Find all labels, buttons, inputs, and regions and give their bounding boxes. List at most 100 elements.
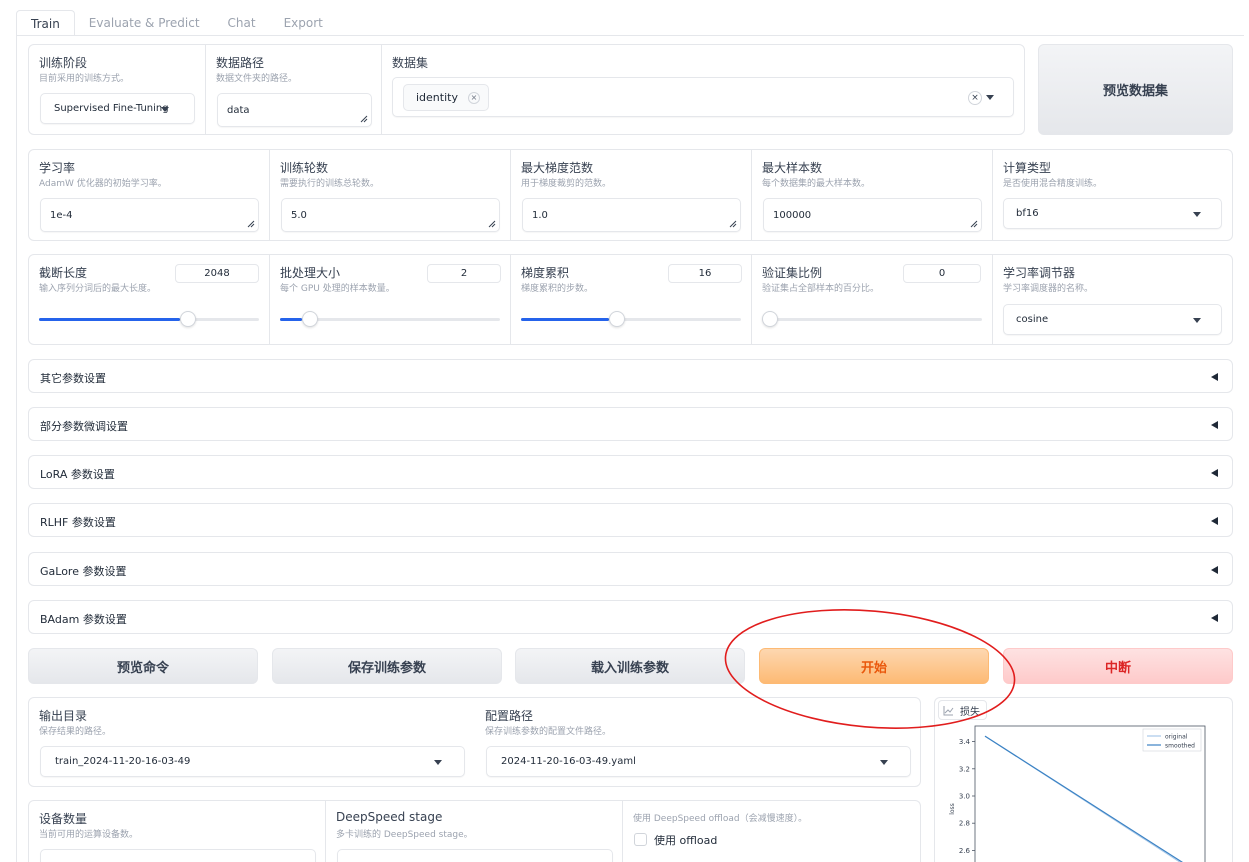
lr-scheduler-desc: 学习率调度器的名称。 bbox=[1003, 284, 1094, 294]
chevron-down-icon bbox=[161, 106, 169, 112]
max-grad-norm-cell: 最大梯度范数 用于梯度裁剪的范数。 1.0 bbox=[511, 150, 752, 240]
tab-export[interactable]: Export bbox=[270, 10, 337, 36]
stage-value: Supervised Fine-Tuning bbox=[54, 103, 169, 114]
grad-accum-slider[interactable] bbox=[521, 311, 741, 327]
val-size-number[interactable]: 0 bbox=[903, 264, 981, 283]
accordion-label: BAdam 参数设置 bbox=[40, 613, 127, 626]
accordion-galore-params[interactable]: GaLore 参数设置 bbox=[28, 552, 1233, 586]
accordion-lora-params[interactable]: LoRA 参数设置 bbox=[28, 455, 1233, 489]
ds-offload-cell: 使用 DeepSpeed offload（会减慢速度）。 使用 offload bbox=[623, 801, 922, 862]
y-tick-label: 3.4 bbox=[959, 738, 971, 746]
tab-bar: Train Evaluate & Predict Chat Export bbox=[16, 10, 337, 36]
tab-train[interactable]: Train bbox=[16, 10, 75, 36]
preview-command-button[interactable]: 预览命令 bbox=[28, 648, 258, 684]
chevron-down-icon bbox=[880, 759, 888, 765]
max-grad-norm-label: 最大梯度范数 bbox=[521, 161, 594, 175]
resize-handle-icon[interactable] bbox=[488, 220, 496, 228]
lr-scheduler-dropdown[interactable]: cosine bbox=[1003, 304, 1222, 335]
triangle-left-icon bbox=[1211, 566, 1218, 574]
config-path-label: 配置路径 bbox=[485, 709, 534, 723]
epochs-cell: 训练轮数 需要执行的训练总轮数。 5.0 bbox=[270, 150, 511, 240]
grad-accum-handle[interactable] bbox=[609, 311, 625, 327]
learning-rate-desc: AdamW 优化器的初始学习率。 bbox=[39, 179, 167, 189]
output-dir-value: train_2024-11-20-16-03-49 bbox=[55, 756, 191, 767]
max-samples-value: 100000 bbox=[773, 209, 812, 221]
grad-accum-label: 梯度累积 bbox=[521, 266, 570, 280]
max-samples-input[interactable]: 100000 bbox=[763, 198, 982, 232]
config-path-dropdown[interactable]: 2024-11-20-16-03-49.yaml bbox=[486, 746, 911, 777]
cutoff-len-number[interactable]: 2048 bbox=[175, 264, 259, 283]
batch-size-cell: 批处理大小 2 每个 GPU 处理的样本数量。 bbox=[270, 255, 511, 344]
triangle-left-icon bbox=[1211, 517, 1218, 525]
tab-evaluate-predict[interactable]: Evaluate & Predict bbox=[75, 10, 214, 36]
val-size-handle[interactable] bbox=[762, 311, 778, 327]
preview-dataset-button[interactable]: 预览数据集 bbox=[1038, 44, 1233, 135]
batch-size-desc: 每个 GPU 处理的样本数量。 bbox=[280, 284, 395, 294]
output-dir-cell: 输出目录 保存结果的路径。 train_2024-11-20-16-03-49 bbox=[29, 698, 475, 786]
chevron-down-icon[interactable] bbox=[986, 95, 994, 100]
output-dir-dropdown[interactable]: train_2024-11-20-16-03-49 bbox=[40, 746, 465, 777]
accordion-label: LoRA 参数设置 bbox=[40, 468, 115, 481]
ds-stage-dropdown[interactable] bbox=[337, 849, 613, 862]
device-count-input[interactable] bbox=[40, 849, 316, 862]
y-tick-label: 3.0 bbox=[959, 793, 970, 801]
annotation-ellipse bbox=[724, 609, 1016, 729]
cutoff-len-fill bbox=[39, 318, 181, 321]
epochs-input[interactable]: 5.0 bbox=[281, 198, 500, 232]
learning-rate-input[interactable]: 1e-4 bbox=[40, 198, 259, 232]
stage-cell: 训练阶段 目前采用的训练方式。 Supervised Fine-Tuning bbox=[29, 45, 206, 134]
batch-size-number[interactable]: 2 bbox=[427, 264, 501, 283]
compute-type-value: bf16 bbox=[1016, 208, 1039, 219]
save-args-button[interactable]: 保存训练参数 bbox=[272, 648, 502, 684]
output-dir-desc: 保存结果的路径。 bbox=[39, 727, 112, 737]
batch-size-slider[interactable] bbox=[280, 311, 500, 327]
cutoff-len-label: 截断长度 bbox=[39, 266, 88, 280]
clear-icon[interactable]: × bbox=[968, 91, 982, 105]
cutoff-len-cell: 截断长度 2048 输入序列分词后的最大长度。 bbox=[29, 255, 270, 344]
dataset-label: 数据集 bbox=[392, 56, 429, 70]
grad-accum-cell: 梯度累积 16 梯度累积的步数。 bbox=[511, 255, 752, 344]
val-size-slider[interactable] bbox=[762, 311, 982, 327]
max-grad-norm-input[interactable]: 1.0 bbox=[522, 198, 741, 232]
ds-offload-checkbox[interactable] bbox=[634, 833, 647, 846]
cutoff-len-slider[interactable] bbox=[39, 311, 259, 327]
stop-button[interactable]: 中断 bbox=[1003, 648, 1233, 684]
batch-size-handle[interactable] bbox=[302, 311, 318, 327]
config-path-desc: 保存训练参数的配置文件路径。 bbox=[485, 727, 612, 737]
y-tick-label: 2.6 bbox=[959, 847, 971, 855]
resize-handle-icon[interactable] bbox=[729, 220, 737, 228]
grad-accum-number[interactable]: 16 bbox=[668, 264, 742, 283]
triangle-left-icon bbox=[1211, 469, 1218, 477]
accordion-freeze-params[interactable]: 部分参数微调设置 bbox=[28, 407, 1233, 441]
cutoff-len-handle[interactable] bbox=[180, 311, 197, 327]
accordion-badam-params[interactable]: BAdam 参数设置 bbox=[28, 600, 1233, 634]
tab-chat[interactable]: Chat bbox=[214, 10, 270, 36]
stage-dropdown[interactable]: Supervised Fine-Tuning bbox=[40, 93, 195, 124]
row-device: 设备数量 当前可用的运算设备数。 DeepSpeed stage 多卡训练的 D… bbox=[28, 800, 921, 862]
max-grad-norm-value: 1.0 bbox=[532, 209, 548, 221]
stage-desc: 目前采用的训练方式。 bbox=[39, 74, 130, 84]
val-size-label: 验证集比例 bbox=[762, 266, 823, 280]
accordion-rlhf-params[interactable]: RLHF 参数设置 bbox=[28, 503, 1233, 537]
resize-handle-icon[interactable] bbox=[360, 115, 368, 123]
compute-type-dropdown[interactable]: bf16 bbox=[1003, 198, 1222, 229]
resize-handle-icon[interactable] bbox=[247, 220, 255, 228]
ds-stage-label: DeepSpeed stage bbox=[336, 810, 443, 824]
tag-remove-icon[interactable]: × bbox=[467, 92, 480, 104]
dataset-tag: identity × bbox=[403, 84, 489, 111]
ds-stage-desc: 多卡训练的 DeepSpeed stage。 bbox=[336, 830, 473, 840]
ds-offload-checkbox-label: 使用 offload bbox=[654, 834, 718, 847]
y-tick-label: 3.2 bbox=[959, 765, 970, 773]
dataset-tag-label: identity bbox=[416, 91, 458, 104]
row-dataset: 训练阶段 目前采用的训练方式。 Supervised Fine-Tuning 数… bbox=[28, 44, 1025, 135]
learning-rate-label: 学习率 bbox=[39, 161, 76, 175]
dataset-dir-input[interactable]: data bbox=[217, 93, 372, 127]
compute-type-cell: 计算类型 是否使用混合精度训练。 bf16 bbox=[993, 150, 1234, 240]
resize-handle-icon[interactable] bbox=[970, 220, 978, 228]
dataset-multiselect[interactable]: identity × × bbox=[392, 77, 1014, 117]
val-size-desc: 验证集占全部样本的百分比。 bbox=[762, 284, 880, 294]
chevron-down-icon bbox=[1193, 211, 1201, 217]
accordion-other-params[interactable]: 其它参数设置 bbox=[28, 359, 1233, 393]
lr-scheduler-value: cosine bbox=[1016, 314, 1049, 325]
load-args-button[interactable]: 载入训练参数 bbox=[515, 648, 745, 684]
